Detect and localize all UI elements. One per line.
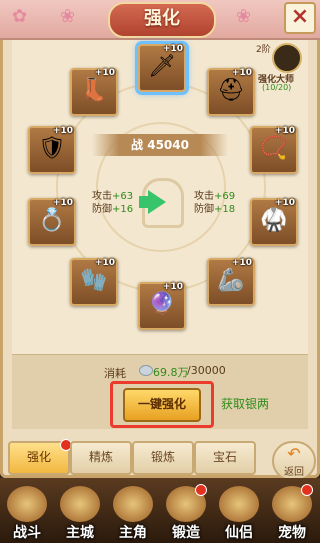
amulet-icon: 🔮 bbox=[148, 292, 176, 317]
nav-forge[interactable]: 锻造 bbox=[159, 482, 213, 542]
silver-icon bbox=[139, 365, 153, 376]
nav-city[interactable]: 主城 bbox=[53, 482, 107, 542]
blossom-icon: ✿ bbox=[12, 6, 28, 27]
companion-icon bbox=[219, 486, 259, 522]
bracer-icon: 🧤 bbox=[80, 268, 108, 293]
power-bar: 战 45040 bbox=[92, 134, 228, 156]
close-button[interactable]: × bbox=[284, 2, 316, 34]
equip-slot-ring[interactable]: 💍 +10 bbox=[28, 198, 76, 246]
equip-slot-necklace[interactable]: 📿 +10 bbox=[250, 126, 298, 174]
equip-slot-amulet[interactable]: 🔮 +10 bbox=[138, 282, 186, 330]
hero-badge[interactable]: 2阶 强化大师 (10/20) bbox=[254, 40, 312, 96]
tab-gem[interactable]: 宝石 bbox=[194, 441, 256, 475]
necklace-icon: 📿 bbox=[260, 136, 288, 161]
ring-icon: 💍 bbox=[38, 208, 66, 233]
equip-slot-shoulder[interactable]: 🛡 +10 bbox=[28, 126, 76, 174]
equip-slot-body-armor[interactable]: 🥋 +10 bbox=[250, 198, 298, 246]
equip-slot-gauntlet[interactable]: 🦾 +10 bbox=[207, 258, 255, 306]
equip-slot-bracer[interactable]: 🧤 +10 bbox=[70, 258, 118, 306]
nav-companion[interactable]: 仙侣 bbox=[212, 482, 266, 542]
badge-dot bbox=[195, 484, 207, 496]
tab-temper[interactable]: 锻炼 bbox=[132, 441, 194, 475]
helmet-icon: ⛑ bbox=[217, 78, 245, 103]
one-click-enhance-button[interactable]: 一键强化 bbox=[123, 388, 201, 422]
cost-label: 消耗 bbox=[104, 367, 126, 380]
body-armor-icon: 🥋 bbox=[260, 208, 288, 233]
equip-slot-sword[interactable]: 🗡 +10 bbox=[138, 44, 186, 92]
hero-level: 2阶 bbox=[256, 45, 271, 55]
sword-icon: 🗡 bbox=[148, 54, 176, 79]
blossom-icon: ❀ bbox=[236, 6, 252, 27]
boots-icon: 👢 bbox=[80, 78, 108, 103]
shoulder-armor-icon: 🛡 bbox=[38, 136, 66, 161]
back-button[interactable]: ↶ 返回 bbox=[272, 441, 316, 481]
nav-pet[interactable]: 宠物 bbox=[265, 482, 319, 542]
stats-before: 攻击+63 防御+16 bbox=[92, 191, 134, 215]
power-value: 45040 bbox=[147, 138, 189, 152]
hero-icon bbox=[113, 486, 153, 522]
cost-max: /30000 bbox=[187, 364, 226, 377]
equip-slot-helmet[interactable]: ⛑ +10 bbox=[207, 68, 255, 116]
title-bar: ✿ ❀ ❀ 强化 × bbox=[0, 0, 320, 40]
upgrade-arrow-icon bbox=[148, 190, 166, 214]
city-icon bbox=[60, 486, 100, 522]
nav-hero[interactable]: 主角 bbox=[106, 482, 160, 542]
stats-after: 攻击+69 防御+18 bbox=[194, 191, 236, 215]
tab-enhance[interactable]: 强化 bbox=[8, 439, 72, 475]
nav-battle[interactable]: 战斗 bbox=[0, 482, 54, 542]
battle-icon bbox=[7, 486, 47, 522]
blossom-icon: ❀ bbox=[60, 6, 76, 27]
get-silver-link[interactable]: 获取银两 bbox=[221, 395, 269, 412]
window-title: 强化 bbox=[108, 2, 216, 38]
equip-slot-boots[interactable]: 👢 +10 bbox=[70, 68, 118, 116]
tab-refine[interactable]: 精炼 bbox=[70, 441, 132, 475]
badge-dot bbox=[301, 484, 313, 496]
cost-current: 69.8万 bbox=[153, 366, 189, 379]
hero-progress: (10/20) bbox=[262, 83, 292, 92]
gauntlet-icon: 🦾 bbox=[217, 268, 245, 293]
power-label: 战 bbox=[131, 138, 144, 152]
hero-avatar bbox=[272, 43, 302, 73]
back-arrow-icon: ↶ bbox=[287, 444, 301, 463]
